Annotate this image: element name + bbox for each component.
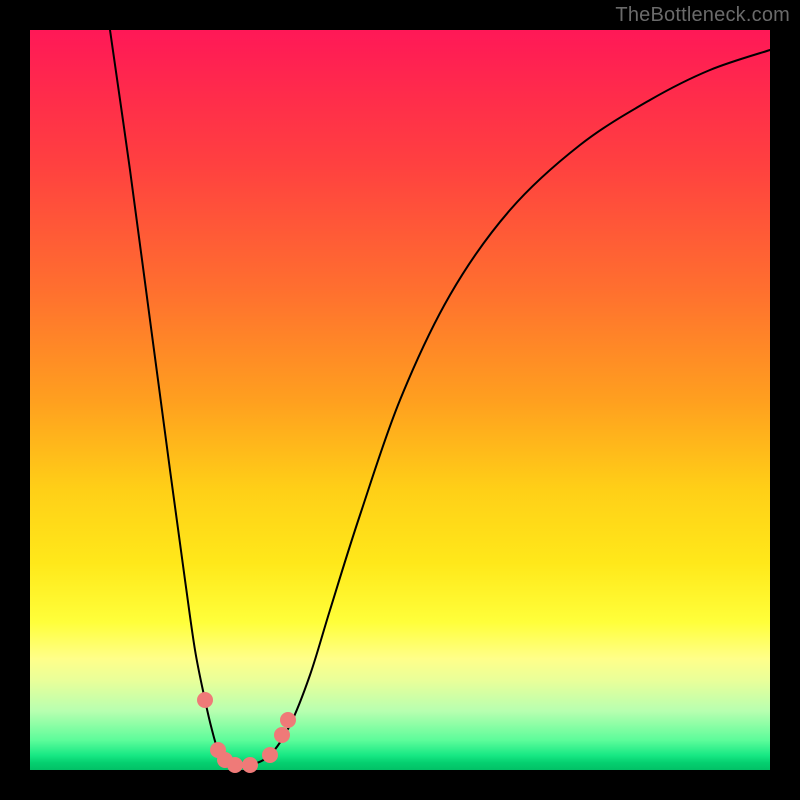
highlight-point [274, 727, 290, 743]
watermark-text: TheBottleneck.com [615, 4, 790, 27]
curve-layer [30, 30, 770, 770]
bottleneck-curve [110, 30, 770, 766]
highlight-point [227, 757, 243, 773]
chart-canvas: TheBottleneck.com [0, 0, 800, 800]
highlight-point [280, 712, 296, 728]
highlight-point [197, 692, 213, 708]
highlight-point [242, 757, 258, 773]
plot-area [30, 30, 770, 770]
highlight-point [262, 747, 278, 763]
